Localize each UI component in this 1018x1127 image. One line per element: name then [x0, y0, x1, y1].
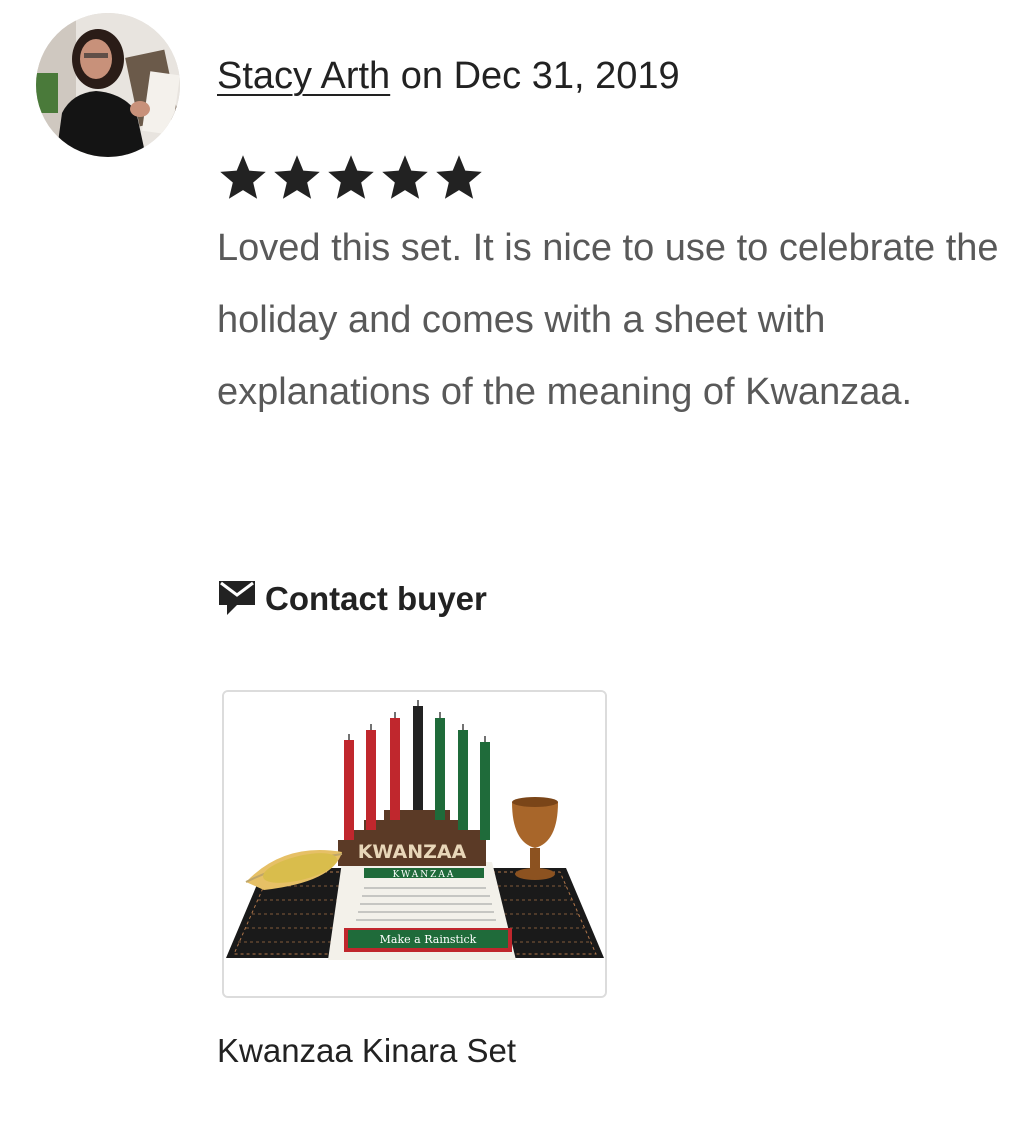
- avatar[interactable]: [36, 13, 180, 157]
- review-date: on Dec 31, 2019: [390, 55, 680, 97]
- contact-buyer-button[interactable]: Contact buyer: [217, 574, 487, 624]
- star-icon: [379, 152, 431, 204]
- product-title-link[interactable]: Kwanzaa Kinara Set: [217, 1028, 516, 1074]
- star-icon: [271, 152, 323, 204]
- sheet-footer-text: Make a Rainstick: [380, 933, 477, 946]
- sheet-header-text: KWANZAA: [393, 870, 456, 880]
- avatar-photo: [36, 13, 180, 157]
- contact-buyer-label: Contact buyer: [265, 580, 487, 617]
- review-byline: Stacy Arth on Dec 31, 2019: [217, 52, 680, 100]
- review-card: Stacy Arth on Dec 31, 2019 Loved this se…: [0, 0, 1018, 1127]
- star-icon: [433, 152, 485, 204]
- star-icon: [217, 152, 269, 204]
- reviewer-name-link[interactable]: Stacy Arth: [217, 55, 390, 97]
- kinara-base-text: KWANZAA: [358, 841, 467, 863]
- star-icon: [325, 152, 377, 204]
- message-icon: [217, 577, 257, 622]
- product-image: KWANZAA Make a Rainstick KWANZAA: [224, 692, 605, 996]
- star-rating: [217, 152, 485, 204]
- review-text: Loved this set. It is nice to use to cel…: [217, 227, 999, 413]
- product-image-card[interactable]: KWANZAA Make a Rainstick KWANZAA: [222, 690, 607, 998]
